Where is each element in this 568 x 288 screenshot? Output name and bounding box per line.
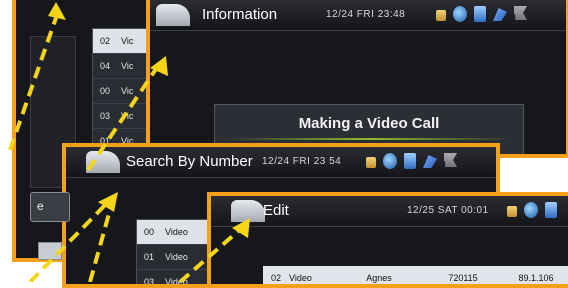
row-type: Video bbox=[165, 227, 188, 237]
row-number: 03 bbox=[99, 111, 110, 121]
lock-icon bbox=[507, 206, 517, 217]
globe-icon bbox=[453, 6, 467, 22]
row-number: 01 bbox=[143, 252, 154, 262]
row-type: Video bbox=[165, 277, 188, 287]
flag-icon bbox=[514, 6, 527, 20]
computer-icon bbox=[474, 6, 486, 22]
clock: 12/24 FRI 23 54 bbox=[262, 156, 342, 167]
antenna-icon bbox=[493, 8, 507, 21]
title-bar: Information 12/24 FRI 23:48 bbox=[150, 0, 566, 31]
search-results-table: 00 Video 01 Video 03 Video bbox=[136, 219, 218, 287]
row-type: Vic bbox=[121, 61, 134, 71]
home-tab[interactable] bbox=[156, 4, 190, 26]
antenna-icon bbox=[423, 155, 437, 168]
status-icons bbox=[436, 6, 527, 22]
status-icons bbox=[366, 153, 457, 169]
home-tab[interactable] bbox=[86, 151, 120, 173]
status-icons bbox=[507, 202, 557, 218]
row-type: Video bbox=[165, 252, 188, 262]
title-bar: Edit 12/25 SAT 00:01 bbox=[211, 196, 568, 227]
information-window: Information 12/24 FRI 23:48 Making a Vid… bbox=[146, 0, 568, 158]
row-number: 03 bbox=[143, 277, 154, 287]
lock-icon bbox=[366, 157, 376, 168]
window-title: Information bbox=[202, 6, 278, 23]
table-row[interactable]: 00 Video bbox=[137, 220, 217, 245]
clock: 12/24 FRI 23:48 bbox=[326, 9, 406, 20]
row-type: Vic bbox=[121, 111, 134, 121]
row-type: Vic bbox=[121, 36, 134, 46]
window-title: Edit bbox=[263, 202, 289, 219]
edit-row[interactable]: 02 Video Agnes 720115 89.1.106 bbox=[263, 266, 568, 284]
table-row[interactable]: 03 Video bbox=[137, 270, 217, 287]
dialog-divider bbox=[225, 138, 513, 140]
row-number: 04 bbox=[99, 61, 110, 71]
globe-icon bbox=[383, 153, 397, 169]
side-scroll-indicator[interactable] bbox=[38, 242, 62, 260]
row-type: Vic bbox=[121, 86, 134, 96]
table-row[interactable]: 01 Video bbox=[137, 245, 217, 270]
home-tab[interactable] bbox=[231, 200, 265, 222]
edit-window: Edit 12/25 SAT 00:01 02 Video Agnes 7201… bbox=[207, 192, 568, 288]
side-button-label: e bbox=[37, 199, 44, 213]
clock: 12/25 SAT 00:01 bbox=[407, 205, 489, 216]
computer-icon bbox=[545, 202, 557, 218]
side-button[interactable]: e bbox=[30, 192, 70, 222]
globe-icon bbox=[524, 202, 538, 218]
flag-icon bbox=[444, 153, 457, 167]
dialog-title: Making a Video Call bbox=[298, 115, 440, 132]
window-title: Search By Number bbox=[126, 153, 253, 170]
lock-icon bbox=[436, 10, 446, 21]
title-bar: Search By Number 12/24 FRI 23 54 bbox=[66, 147, 496, 178]
row-number: 02 bbox=[99, 36, 110, 46]
row-number: 00 bbox=[143, 227, 154, 237]
computer-icon bbox=[404, 153, 416, 169]
row-number: 00 bbox=[99, 86, 110, 96]
